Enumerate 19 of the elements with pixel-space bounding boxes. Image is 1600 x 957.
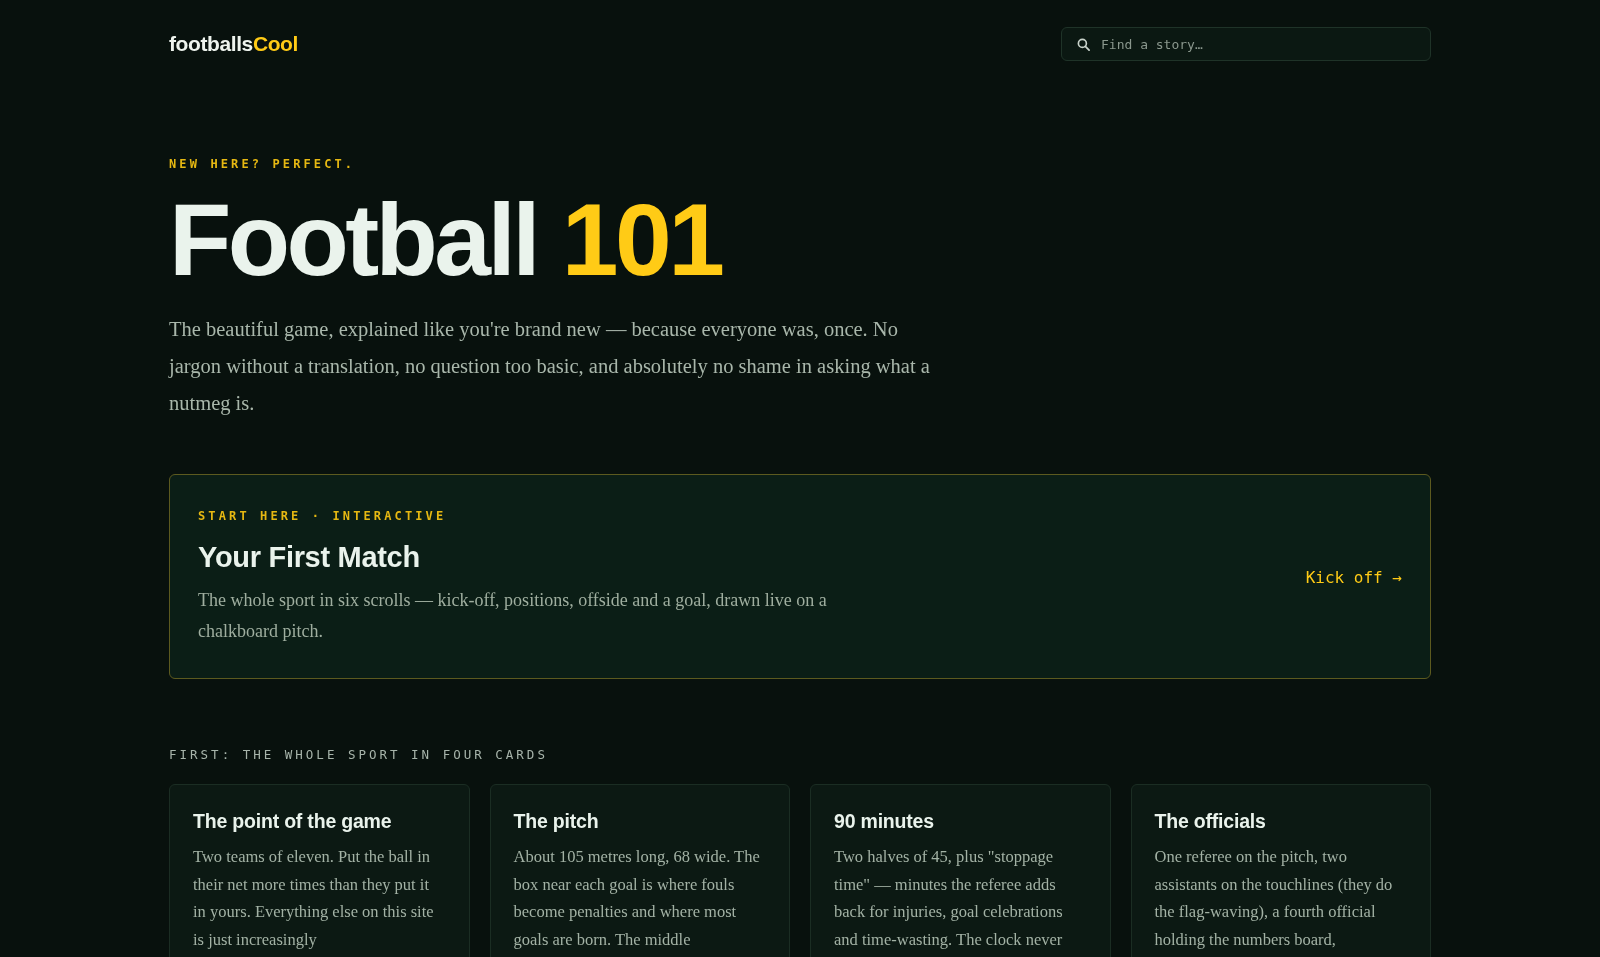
section-label: FIRST: THE WHOLE SPORT IN FOUR CARDS (169, 747, 548, 763)
search-icon (1077, 38, 1090, 51)
card-title: The pitch (513, 809, 599, 833)
kick-off-link[interactable]: Kick off → (1305, 568, 1402, 587)
card-title: The point of the game (193, 809, 392, 833)
card-title: The officials (1154, 809, 1266, 833)
featured-description: The whole sport in six scrolls — kick-off, positions, offside and a goal, drawn live on a chalkboard pitch. (198, 589, 828, 643)
card-text: Two teams of eleven. Put the ball in their net more times than they put it in yours. Everything else on this site is just increasingly (193, 846, 435, 951)
featured-title: Your First Match (198, 540, 420, 575)
card-text: About 105 metres long, 68 wide. The box near each goal is where fouls become penalties and where most goals are born. The middle (513, 846, 761, 951)
card-text: One referee on the pitch, two assistants on the touchlines (they do the flag-waving), a fourth official holding the numbers board, (1154, 846, 1394, 951)
card-text: Two halves of 45, plus "stoppage time" — minutes the referee adds back for injuries, goal celebrations and time-wasting. The clock never (834, 846, 1064, 951)
page-title: Football 101 (169, 189, 722, 291)
card-title: 90 minutes (834, 809, 934, 833)
search-field[interactable]: Find a story… (1061, 27, 1431, 61)
featured-eyebrow: START HERE · INTERACTIVE (198, 508, 447, 524)
site-logo[interactable]: footballsCool (169, 32, 298, 56)
hero-eyebrow: NEW HERE? PERFECT. (169, 156, 356, 172)
hero-intro: The beautiful game, explained like you're brand new — because everyone was, once. No jargon without a translation, no question too basic, and absolutely no shame in asking what a nutmeg is. (169, 317, 931, 417)
